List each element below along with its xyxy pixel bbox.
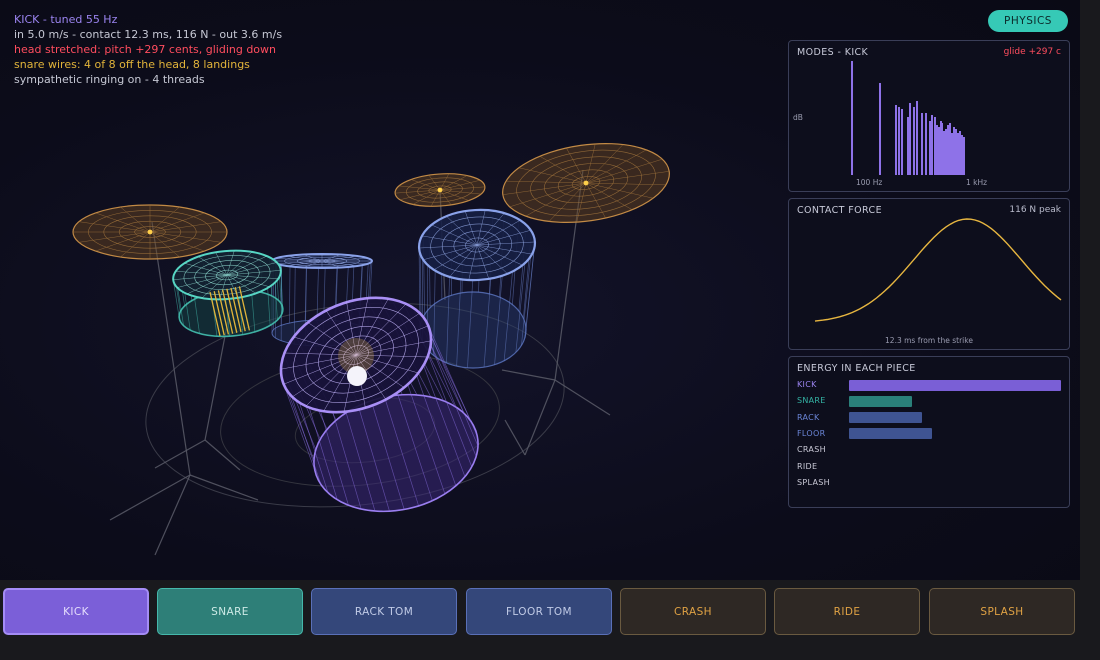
energy-label-splash: SPLASH bbox=[797, 477, 830, 487]
mode-bar bbox=[851, 61, 853, 175]
contact-force-panel: CONTACT FORCE 116 N peak 12.3 ms from th… bbox=[788, 198, 1070, 350]
mode-bar bbox=[961, 135, 963, 175]
drum-kit-3d-view[interactable] bbox=[0, 0, 780, 580]
modes-spectrum bbox=[851, 61, 965, 175]
drum-button-splash[interactable]: SPLASH bbox=[929, 588, 1075, 635]
drum-button-floor-tom[interactable]: FLOOR TOM bbox=[466, 588, 612, 635]
mode-bar bbox=[907, 117, 909, 175]
cymbals bbox=[72, 142, 670, 260]
kick-beater bbox=[347, 366, 367, 386]
energy-bar-snare bbox=[849, 395, 912, 407]
stand-right-leg-a bbox=[524, 379, 556, 456]
mode-bar bbox=[879, 83, 881, 175]
mode-bar bbox=[925, 113, 927, 175]
mode-bar bbox=[959, 131, 961, 175]
mode-bar bbox=[898, 107, 900, 175]
drum-button-kick[interactable]: KICK bbox=[3, 588, 149, 635]
energy-title: ENERGY IN EACH PIECE bbox=[797, 363, 916, 374]
tick-1khz: 1 kHz bbox=[966, 178, 988, 187]
snare-wires-text: snare wires: 4 of 8 off the head, 8 land… bbox=[14, 58, 250, 71]
stand-left-leg-b bbox=[189, 474, 259, 501]
mode-bar bbox=[909, 103, 911, 175]
modes-bars bbox=[851, 61, 965, 175]
energy-label-floor: FLOOR bbox=[797, 428, 826, 438]
stand-right-leg-b bbox=[501, 369, 556, 381]
energy-label-ride: RIDE bbox=[797, 461, 818, 471]
contact-force-curve bbox=[814, 218, 1062, 322]
mode-bar bbox=[936, 125, 938, 175]
mode-bar bbox=[963, 137, 965, 175]
mode-bar bbox=[957, 133, 959, 175]
mode-bar bbox=[929, 121, 931, 175]
drum-button-rack-tom[interactable]: RACK TOM bbox=[311, 588, 457, 635]
mode-bar bbox=[916, 101, 918, 175]
drum-button-crash[interactable]: CRASH bbox=[620, 588, 766, 635]
drum-button-ride[interactable]: RIDE bbox=[774, 588, 920, 635]
mode-bar bbox=[934, 117, 936, 175]
mode-bar bbox=[947, 125, 949, 175]
crash-cymbal-center bbox=[147, 229, 153, 235]
floor-tom-bottom bbox=[419, 291, 527, 369]
drum-viewport[interactable]: KICK - tuned 55 Hz in 5.0 m/s - contact … bbox=[0, 0, 1080, 580]
splash-cymbal-center bbox=[437, 187, 443, 193]
mode-bar bbox=[955, 129, 957, 175]
energy-label-rack: RACK bbox=[797, 412, 820, 422]
energy-bar-rack bbox=[849, 412, 923, 424]
mode-bar bbox=[913, 107, 915, 175]
energy-label-snare: SNARE bbox=[797, 396, 826, 406]
mode-bar bbox=[931, 115, 933, 175]
ride-cymbal bbox=[502, 142, 670, 224]
mode-bar bbox=[901, 109, 903, 175]
floor-tom-head bbox=[417, 208, 537, 282]
strike-stats-text: in 5.0 m/s - contact 12.3 ms, 116 N - ou… bbox=[14, 28, 283, 41]
ride-cymbal-center bbox=[583, 180, 589, 186]
stand-snare-leg bbox=[204, 439, 241, 471]
energy-panel: ENERGY IN EACH PIECE KICK SNARE RACK FLOOR C… bbox=[788, 356, 1070, 508]
energy-bar-kick bbox=[849, 379, 1061, 391]
splash-cymbal bbox=[394, 173, 486, 207]
mode-bar bbox=[921, 113, 923, 175]
floor-tom bbox=[417, 208, 537, 369]
snare-drum bbox=[172, 249, 284, 338]
mode-bar bbox=[951, 133, 953, 175]
sympathetic-text: sympathetic ringing on - 4 threads bbox=[14, 73, 205, 86]
contact-force-line bbox=[814, 218, 1062, 322]
mode-bar bbox=[945, 129, 947, 175]
rack-tom-head bbox=[271, 253, 373, 269]
energy-bar-floor bbox=[849, 428, 932, 440]
mode-bar bbox=[895, 105, 897, 175]
mode-bar bbox=[943, 131, 945, 175]
energy-label-kick: KICK bbox=[797, 380, 817, 389]
mode-bar bbox=[953, 127, 955, 175]
crash-cymbal bbox=[72, 204, 228, 260]
physics-button[interactable]: PHYSICS bbox=[988, 10, 1068, 32]
head-stretch-text: head stretched: pitch +297 cents, glidin… bbox=[14, 43, 277, 56]
energy-label-crash: CRASH bbox=[797, 445, 826, 455]
modes-panel: MODES - KICK glide +297 c dB 100 Hz 1 kH… bbox=[788, 40, 1070, 192]
contact-xlabel: 12.3 ms from the strike bbox=[885, 336, 973, 345]
mode-bar bbox=[941, 123, 943, 175]
mode-bar bbox=[949, 123, 951, 175]
stand-left-leg-a bbox=[109, 474, 191, 521]
tick-100hz: 100 Hz bbox=[856, 178, 883, 187]
drum-button-snare[interactable]: SNARE bbox=[157, 588, 303, 635]
instrument-tuning-text: KICK - tuned 55 Hz bbox=[14, 13, 118, 26]
mode-bar bbox=[938, 127, 940, 175]
status-readout: KICK - tuned 55 Hz in 5.0 m/s - contact … bbox=[14, 12, 282, 87]
stand-floor-leg bbox=[504, 419, 526, 456]
